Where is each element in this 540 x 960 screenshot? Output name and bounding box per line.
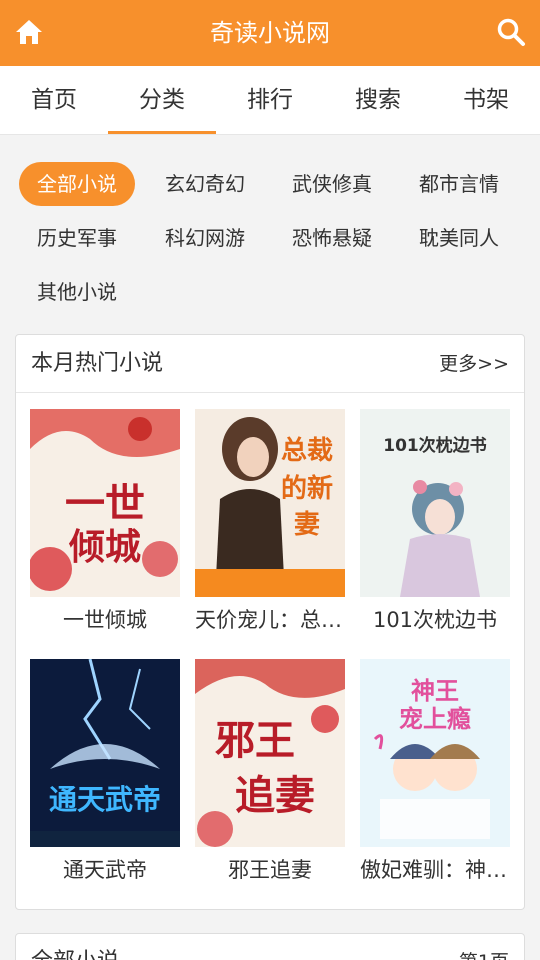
all-novels-panel: 全部小说 第1页: [15, 933, 525, 960]
book-title[interactable]: 傲妃难驯：神王宠上瘾: [360, 847, 510, 893]
svg-text:一世: 一世: [65, 480, 145, 527]
site-title: 奇读小说网: [210, 19, 330, 47]
tab-home[interactable]: 首页: [0, 66, 108, 134]
book-cover[interactable]: 神王 宠上瘾: [360, 659, 510, 847]
svg-text:神王: 神王: [411, 676, 459, 705]
more-link[interactable]: 更多>>: [439, 335, 509, 393]
category-list: 全部小说 玄幻奇幻 武侠修真 都市言情 历史军事 科幻网游 恐怖悬疑 耽美同人 …: [0, 136, 540, 326]
tab-category[interactable]: 分类: [108, 66, 216, 134]
svg-text:的新: 的新: [281, 473, 333, 504]
category-horror[interactable]: 恐怖悬疑: [274, 216, 390, 260]
svg-text:通天武帝: 通天武帝: [49, 783, 161, 816]
svg-text:宠上瘾: 宠上瘾: [399, 704, 471, 733]
book-title[interactable]: 101次枕边书: [360, 597, 510, 643]
book-cover[interactable]: 通天武帝: [30, 659, 180, 847]
tab-search[interactable]: 搜索: [324, 66, 432, 134]
svg-text:邪王: 邪王: [215, 717, 295, 764]
book-item[interactable]: 通天武帝 通天武帝: [30, 659, 180, 893]
book-item[interactable]: 神王 宠上瘾 傲妃难驯：神王宠上瘾: [360, 659, 510, 893]
panel-header: 本月热门小说 更多>>: [16, 335, 524, 393]
svg-text:妻: 妻: [294, 510, 320, 540]
category-danmei[interactable]: 耽美同人: [401, 216, 517, 260]
panel-title: 本月热门小说: [31, 351, 164, 376]
category-all[interactable]: 全部小说: [19, 162, 135, 206]
category-urban[interactable]: 都市言情: [401, 162, 517, 206]
svg-text:倾城: 倾城: [68, 526, 141, 568]
book-item[interactable]: 邪王 追妻 邪王追妻: [195, 659, 345, 893]
book-title[interactable]: 邪王追妻: [195, 847, 345, 893]
panel-title: 全部小说: [31, 934, 119, 960]
book-item[interactable]: 总裁 的新 妻 天价宠儿：总裁的新妻: [195, 409, 345, 643]
book-cover[interactable]: 101次枕边书: [360, 409, 510, 597]
book-cover[interactable]: 总裁 的新 妻: [195, 409, 345, 597]
category-fantasy[interactable]: 玄幻奇幻: [147, 162, 263, 206]
svg-text:追妻: 追妻: [235, 772, 315, 819]
nav-tabs: 首页 分类 排行 搜索 书架: [0, 66, 540, 135]
category-history[interactable]: 历史军事: [19, 216, 135, 260]
book-cover[interactable]: 邪王 追妻: [195, 659, 345, 847]
hot-novels-panel: 本月热门小说 更多>> 一世 倾城 一世倾城 总裁 的新 妻 天价宠儿：总裁 1…: [15, 334, 525, 910]
search-icon[interactable]: [496, 17, 526, 47]
book-title[interactable]: 一世倾城: [30, 597, 180, 643]
book-title[interactable]: 天价宠儿：总裁的新妻: [195, 597, 345, 643]
book-title[interactable]: 通天武帝: [30, 847, 180, 893]
book-item[interactable]: 101次枕边书 101次枕边书: [360, 409, 510, 643]
book-item[interactable]: 一世 倾城 一世倾城: [30, 409, 180, 643]
book-cover[interactable]: 一世 倾城: [30, 409, 180, 597]
category-scifi[interactable]: 科幻网游: [147, 216, 263, 260]
category-other[interactable]: 其他小说: [19, 270, 135, 314]
page-indicator: 第1页: [459, 934, 509, 960]
svg-text:总裁: 总裁: [281, 436, 333, 466]
tab-bookshelf[interactable]: 书架: [432, 66, 540, 134]
category-wuxia[interactable]: 武侠修真: [274, 162, 390, 206]
tab-ranking[interactable]: 排行: [216, 66, 324, 134]
top-bar: 奇读小说网: [0, 0, 540, 66]
svg-text:101次枕边书: 101次枕边书: [383, 435, 487, 456]
